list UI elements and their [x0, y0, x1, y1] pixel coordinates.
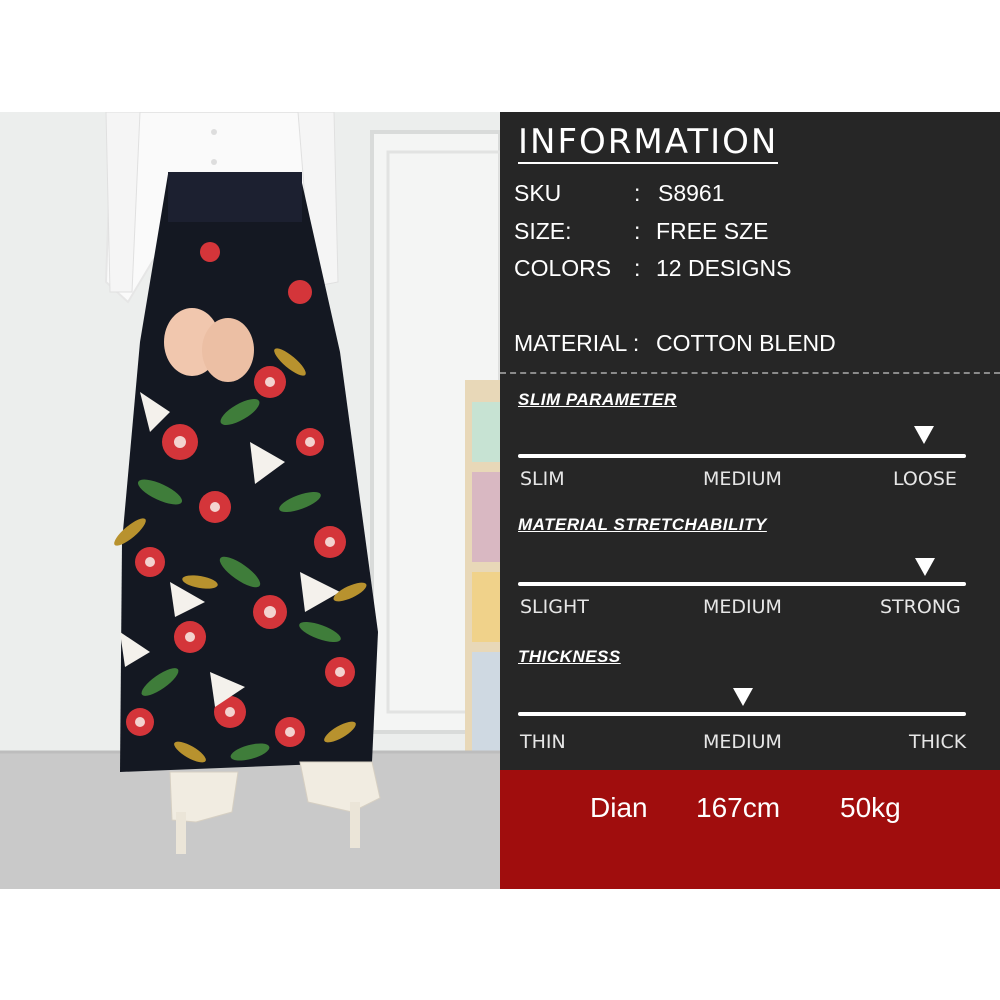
- tick-label: SLIGHT: [520, 596, 589, 618]
- model-height: 167cm: [696, 792, 781, 823]
- tick-label: MEDIUM: [703, 468, 782, 490]
- model-name: Dian: [590, 792, 648, 823]
- info-title: INFORMATION: [518, 122, 779, 164]
- spec-key: COLORS: [514, 255, 612, 281]
- tick-label: SLIM: [520, 468, 565, 490]
- param-label-slim: SLIM PARAMETER: [518, 390, 677, 409]
- spec-sep: :: [634, 180, 641, 206]
- tick-label: THICK: [909, 731, 967, 753]
- product-photo: [0, 112, 500, 889]
- spec-key: MATERIAL :: [514, 330, 640, 356]
- spec-value: S8961: [658, 180, 725, 206]
- spec-sep: :: [634, 218, 641, 244]
- tick-label: THIN: [520, 731, 566, 753]
- model-stats-bar: Dian 167cm 50kg: [500, 770, 1000, 889]
- tick-label: STRONG: [880, 596, 961, 618]
- spec-value: COTTON BLEND: [656, 330, 836, 356]
- slim-marker-icon: [914, 426, 934, 444]
- spec-value: 12 DESIGNS: [656, 255, 792, 281]
- spec-value: FREE SZE: [656, 218, 769, 244]
- thickness-scale-line: [518, 712, 966, 716]
- tick-label: LOOSE: [893, 468, 957, 490]
- thickness-marker-icon: [733, 688, 753, 706]
- spec-sep: :: [634, 255, 641, 281]
- info-panel: INFORMATION SKU : S8961 SIZE: : FREE SZE…: [500, 112, 1000, 770]
- spec-key: SIZE:: [514, 218, 572, 244]
- stretch-scale-line: [518, 582, 966, 586]
- stretch-marker-icon: [915, 558, 935, 576]
- spec-key: SKU: [514, 180, 562, 206]
- slim-scale-line: [518, 454, 966, 458]
- model-weight: 50kg: [840, 792, 901, 823]
- tick-label: MEDIUM: [703, 596, 782, 618]
- dashed-divider: [500, 372, 1000, 374]
- param-label-thickness: THICKNESS: [518, 647, 621, 666]
- tick-label: MEDIUM: [703, 731, 782, 753]
- param-label-stretch: MATERIAL STRETCHABILITY: [518, 515, 767, 534]
